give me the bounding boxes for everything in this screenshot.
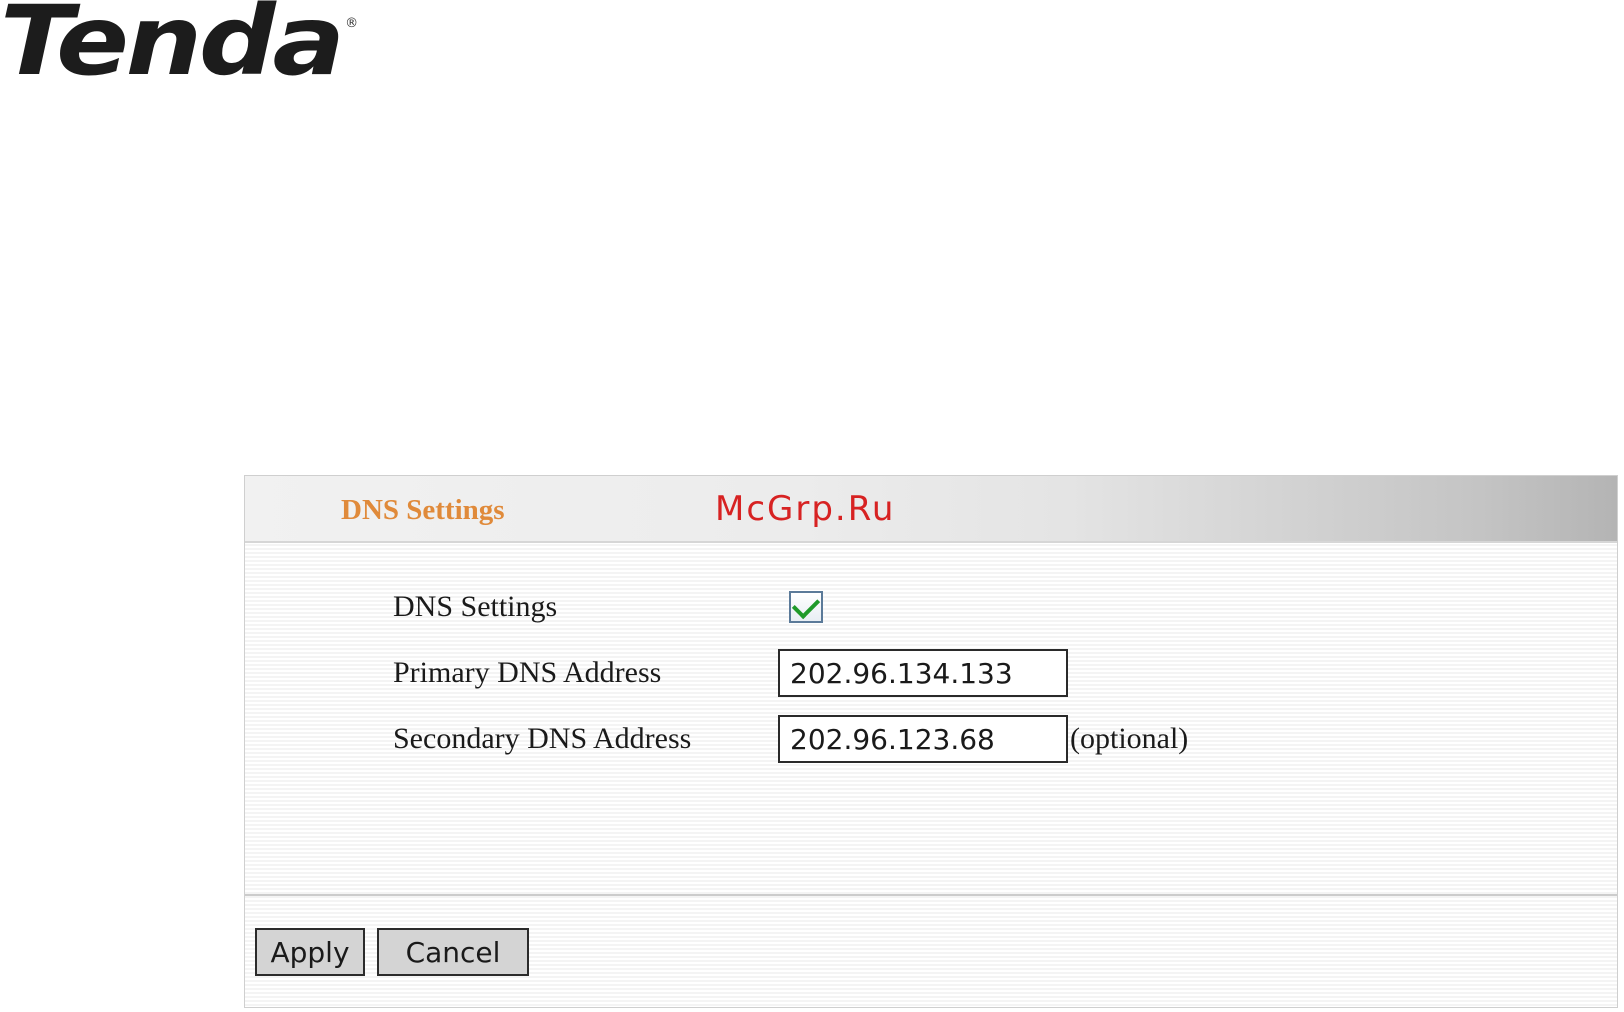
logo-wordmark: Tenda xyxy=(0,0,345,97)
primary-dns-row: Primary DNS Address xyxy=(393,648,1068,698)
panel-header: DNS Settings McGrp.Ru xyxy=(245,476,1617,543)
watermark: McGrp.Ru xyxy=(715,489,896,529)
secondary-dns-label: Secondary DNS Address xyxy=(393,722,692,755)
panel-title: DNS Settings xyxy=(341,494,505,526)
primary-dns-label: Primary DNS Address xyxy=(393,656,662,689)
tenda-logo: Tenda ® xyxy=(0,0,358,90)
dns-settings-checkbox[interactable] xyxy=(789,590,823,623)
secondary-dns-row: Secondary DNS Address (optional) xyxy=(393,714,1188,764)
check-icon xyxy=(791,590,821,619)
cancel-button[interactable]: Cancel xyxy=(377,928,529,976)
optional-note: (optional) xyxy=(1070,722,1189,755)
divider xyxy=(245,894,1617,896)
dns-settings-label: DNS Settings xyxy=(393,590,558,623)
registered-mark: ® xyxy=(345,16,359,31)
dns-settings-row: DNS Settings xyxy=(393,582,823,632)
dns-settings-panel: DNS Settings McGrp.Ru DNS Settings Prima… xyxy=(244,475,1618,1008)
apply-button[interactable]: Apply xyxy=(255,928,365,976)
primary-dns-input[interactable] xyxy=(778,649,1068,697)
secondary-dns-input[interactable] xyxy=(778,715,1068,763)
